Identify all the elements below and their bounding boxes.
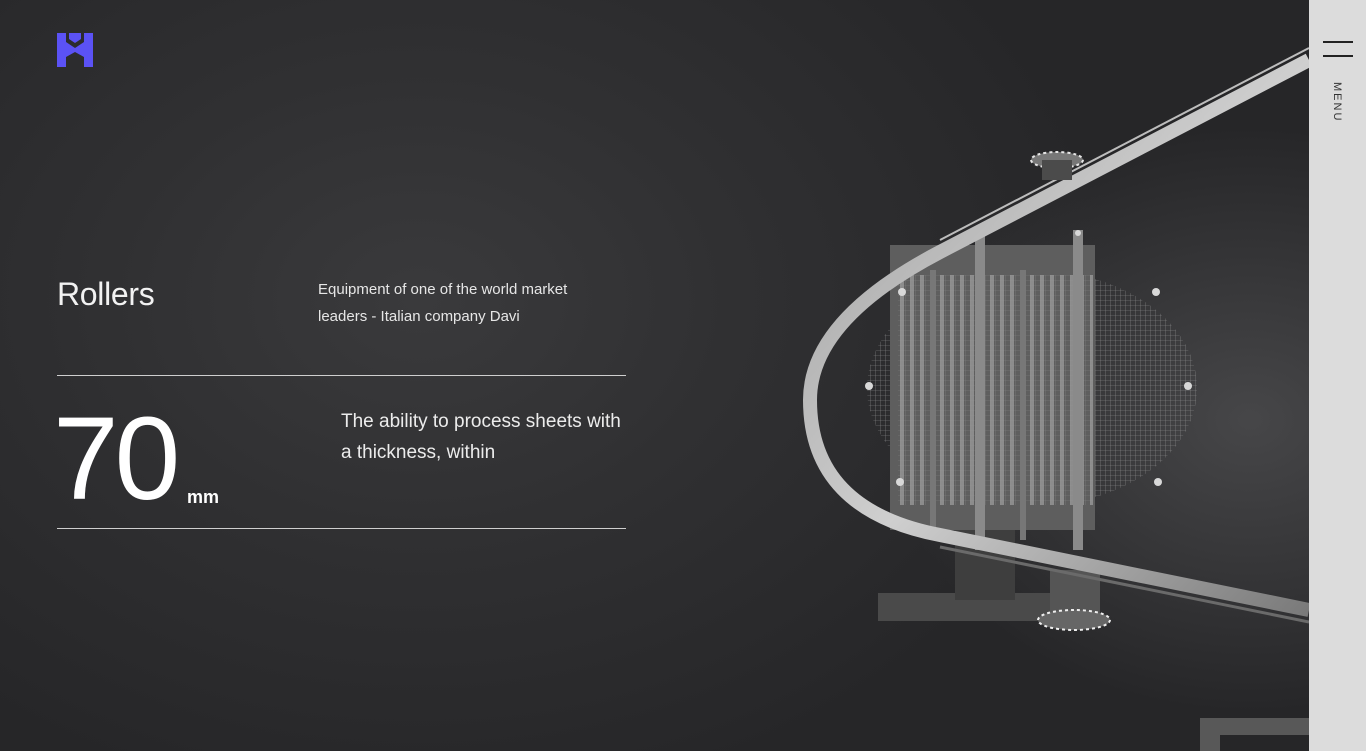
hero-stage: Rollers Equipment of one of the world ma… — [0, 0, 1309, 751]
hamburger-line-top — [1323, 41, 1353, 43]
divider-bottom — [57, 528, 626, 529]
hamburger-icon[interactable] — [1323, 40, 1353, 58]
section-description: Equipment of one of the world market lea… — [318, 281, 568, 325]
logo[interactable] — [57, 33, 93, 67]
roller-machine-image — [803, 47, 1309, 751]
side-menu-panel: MENU — [1309, 0, 1366, 751]
stat-description: The ability to process sheets with a thi… — [341, 411, 621, 463]
stat-unit: mm — [187, 487, 220, 507]
divider-top — [57, 375, 626, 376]
hamburger-line-bottom — [1323, 55, 1353, 57]
stat-value: 70 — [53, 393, 180, 525]
logo-mark-icon — [57, 33, 93, 67]
section-title: Rollers — [57, 276, 155, 312]
menu-label[interactable]: MENU — [1331, 82, 1343, 122]
